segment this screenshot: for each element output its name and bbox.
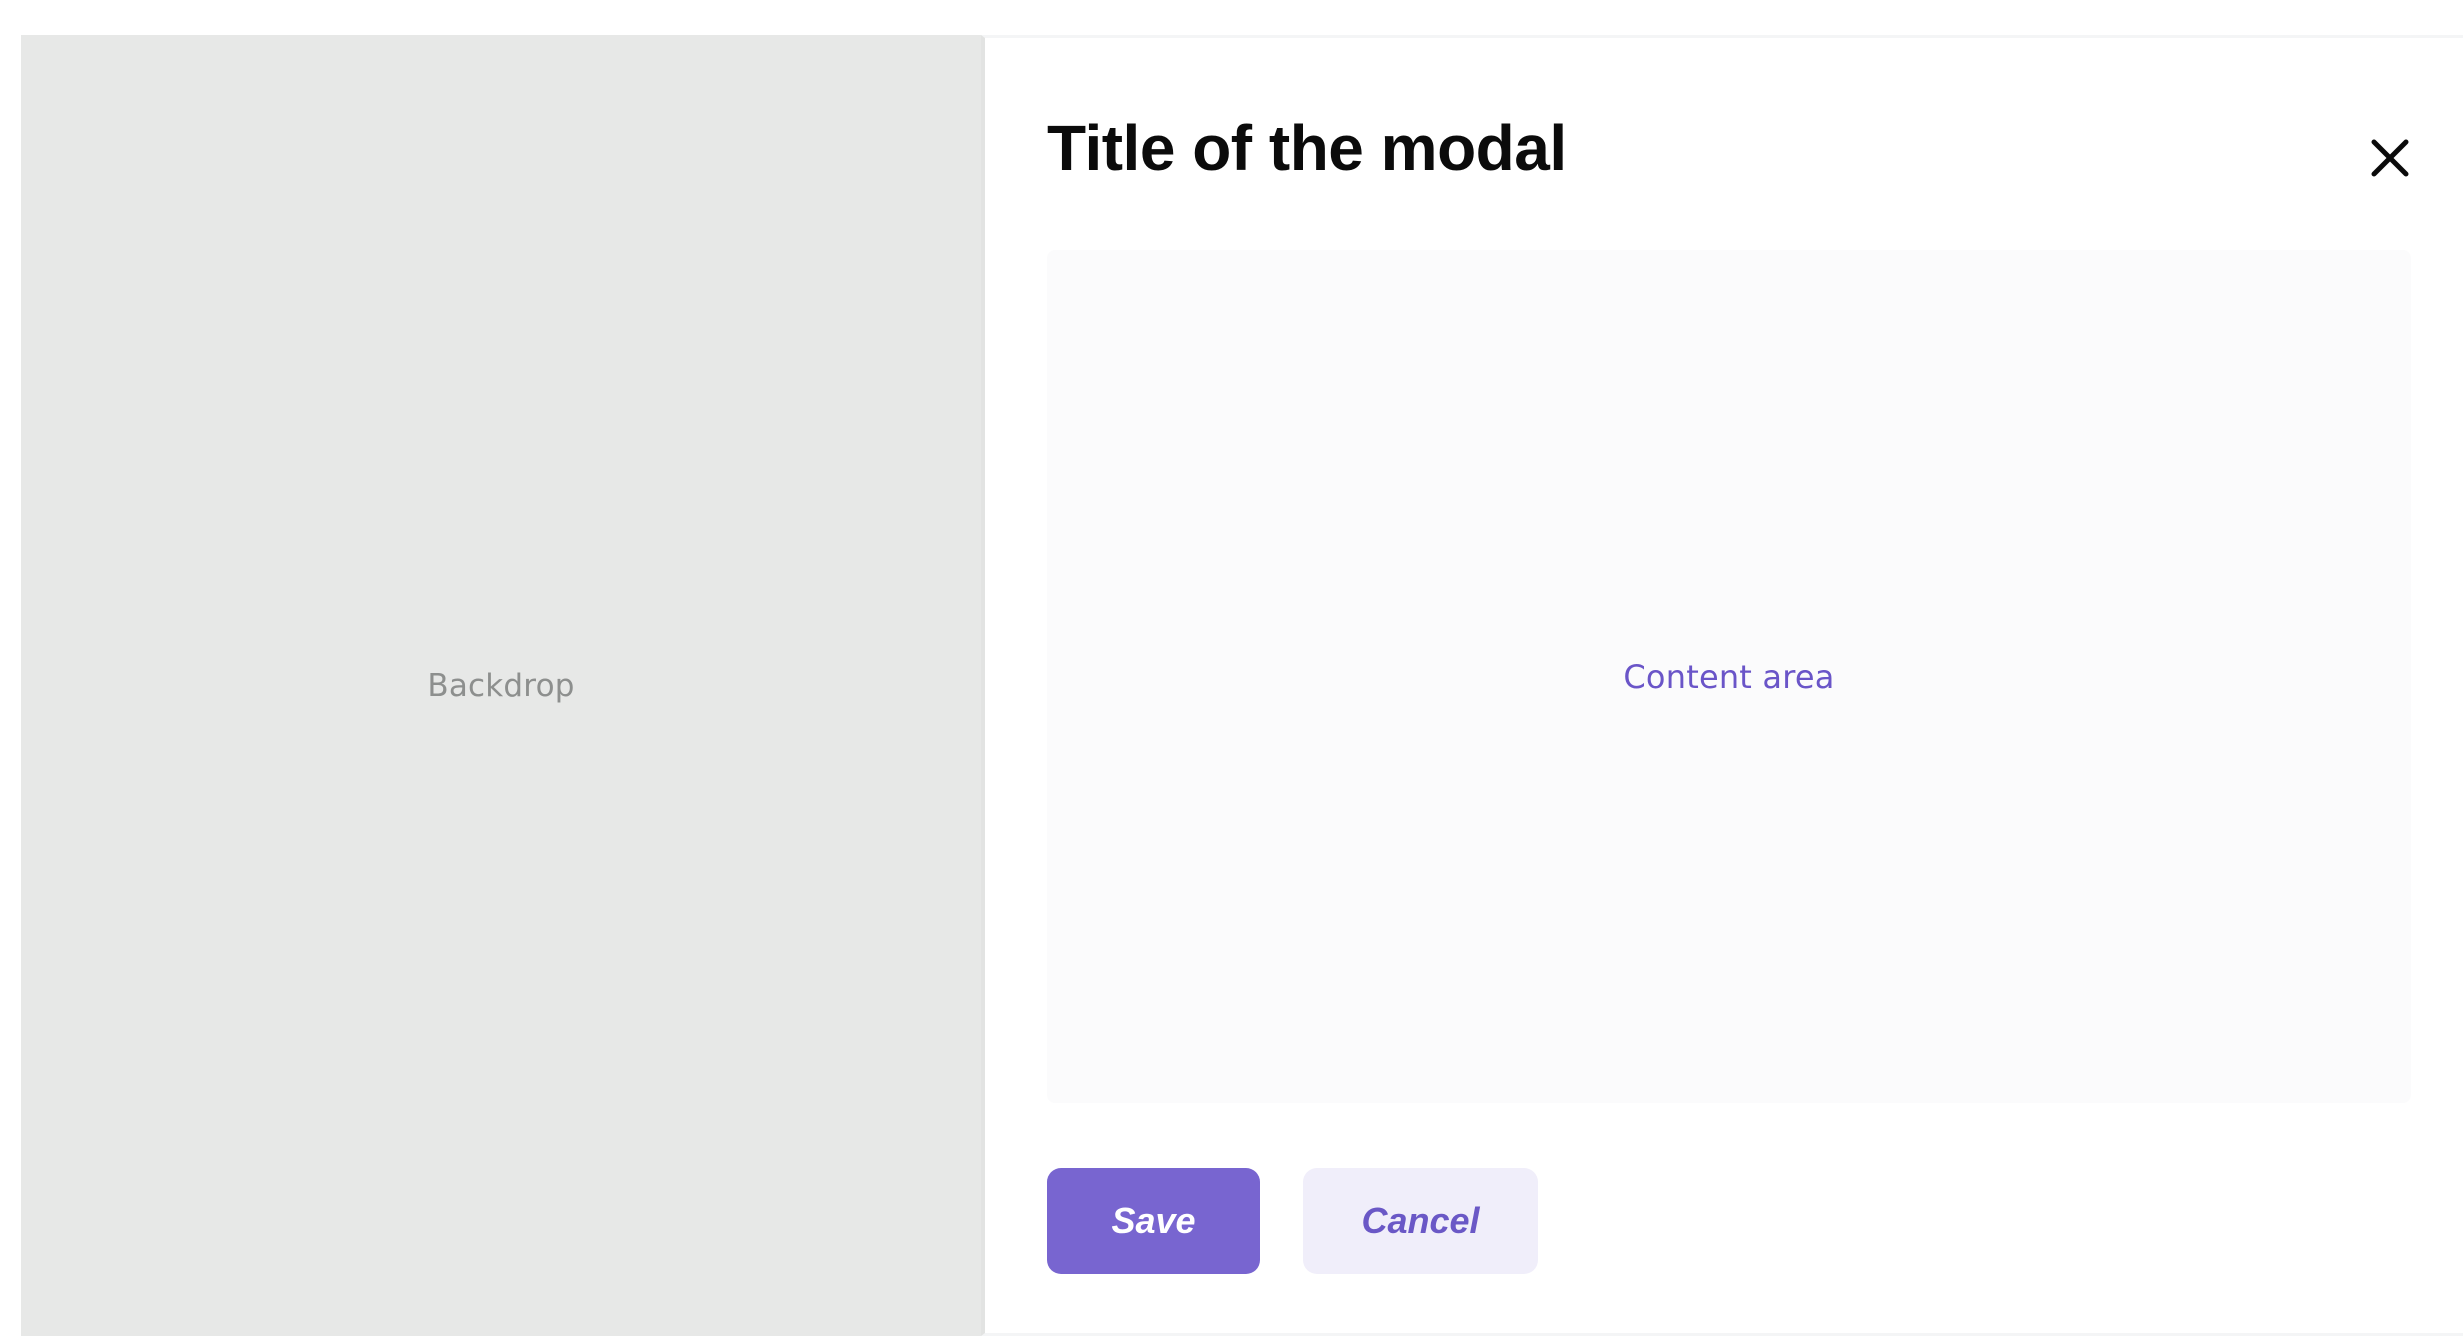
- close-icon: [2371, 139, 2409, 177]
- backdrop[interactable]: Backdrop: [21, 35, 981, 1336]
- app-frame: Backdrop Title of the modal Content area…: [21, 35, 2463, 1336]
- save-button[interactable]: Save: [1047, 1168, 1260, 1274]
- close-button[interactable]: [2360, 128, 2420, 188]
- modal-title: Title of the modal: [1047, 112, 1567, 184]
- content-area-label: Content area: [1623, 657, 1835, 696]
- backdrop-label: Backdrop: [427, 667, 575, 704]
- cancel-button[interactable]: Cancel: [1303, 1168, 1538, 1274]
- content-area: Content area: [1047, 250, 2411, 1103]
- modal-drawer: Title of the modal Content area Save Can…: [981, 35, 2463, 1336]
